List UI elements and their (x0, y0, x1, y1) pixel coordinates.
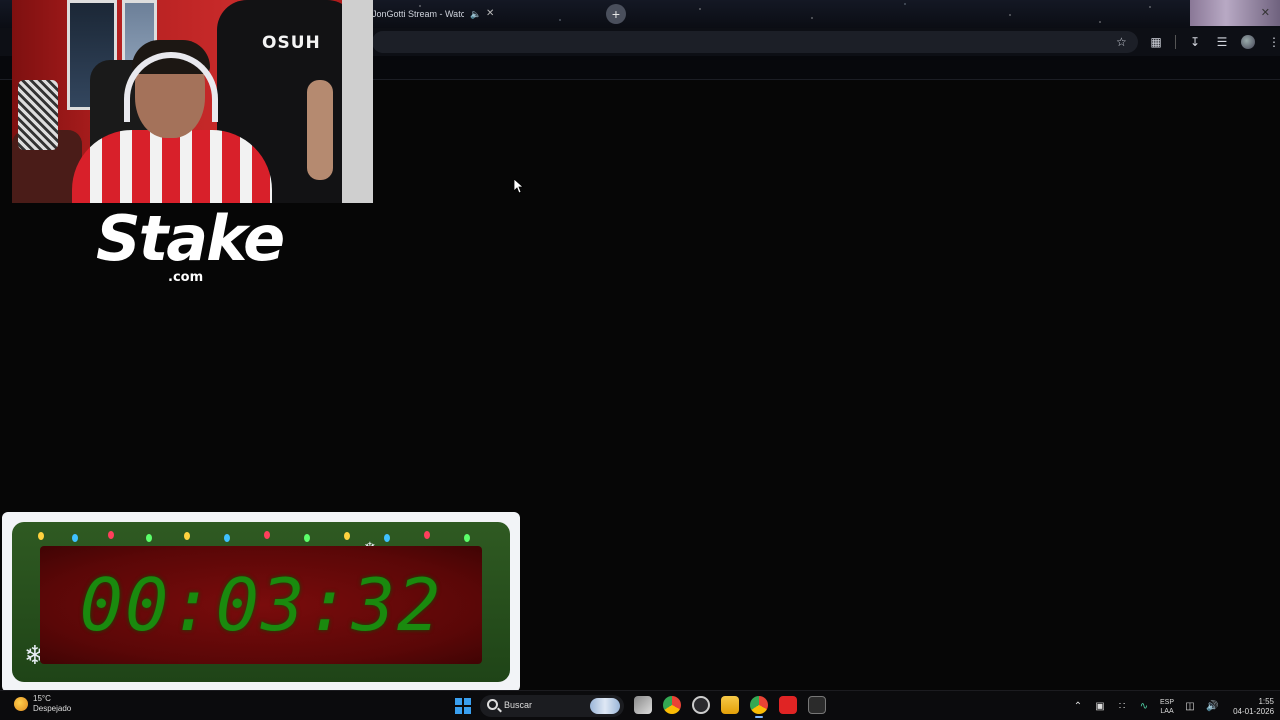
menu-kebab-icon[interactable]: ⋮ (1266, 34, 1280, 50)
steam-icon[interactable] (692, 696, 710, 714)
light-bulb-icon (424, 531, 430, 539)
search-placeholder: Buscar (504, 700, 533, 710)
webcam-bag (18, 80, 58, 150)
stake-logo: Stake .com (96, 202, 285, 294)
browser-tab-active[interactable]: JonGotti Stream - Watch L 🔈 ✕ (372, 4, 512, 24)
webcam-overlay: OSUH (12, 0, 373, 203)
light-bulb-icon (344, 532, 350, 540)
file-explorer-icon[interactable] (721, 696, 739, 714)
epic-games-icon[interactable] (808, 696, 826, 714)
light-bulb-icon (108, 531, 114, 539)
wifi-icon[interactable]: ◫ (1184, 701, 1196, 713)
input-language[interactable]: ESP LAA (1160, 698, 1174, 716)
toolbar-divider (1175, 35, 1176, 49)
tray-app-icon[interactable]: ▣ (1094, 701, 1106, 713)
taskbar-search[interactable]: Buscar (480, 695, 624, 717)
mouse-cursor-icon (514, 179, 524, 193)
christmas-wreath-frame: ❄ ❄ ❄ ❄ 00:03:32 (12, 522, 510, 682)
light-bulb-icon (224, 534, 230, 542)
light-bulb-icon (184, 532, 190, 540)
light-bulb-icon (264, 531, 270, 539)
light-bulb-icon (146, 534, 152, 542)
tray-network-activity-icon[interactable]: ∿ (1138, 701, 1150, 713)
light-bulb-icon (72, 534, 78, 542)
light-bulb-icon (464, 534, 470, 542)
stake-logo-word: Stake (96, 202, 285, 275)
tray-grid-icon[interactable]: ∷ (1116, 701, 1128, 713)
speaker-icon[interactable]: 🔈 (470, 9, 481, 19)
layout-code: LAA (1160, 708, 1174, 715)
window-close-icon[interactable]: ✕ (1261, 6, 1270, 19)
webcam-streamer-shirt (72, 130, 272, 203)
plus-icon: + (611, 6, 621, 22)
light-bulb-icon (304, 534, 310, 542)
countdown-widget: ❄ ❄ ❄ ❄ 00:03:32 (2, 512, 520, 692)
stake-logo-suffix: .com (168, 270, 204, 285)
clock-time: 1:55 (1258, 697, 1275, 706)
weather-temperature: 15°C (33, 694, 51, 703)
volume-icon[interactable]: 🔊 (1206, 701, 1218, 713)
webcam-shirt-text: OSUH (262, 33, 321, 53)
weather-description: Despejado (33, 704, 72, 713)
task-view-icon[interactable] (634, 696, 652, 714)
chrome-icon[interactable] (663, 696, 681, 714)
light-bulb-icon (384, 534, 390, 542)
light-bulb-icon (38, 532, 44, 540)
webcam-arm (307, 80, 333, 180)
system-clock[interactable]: 1:55 04-01-2026 (1228, 697, 1274, 717)
media-control-icon[interactable]: ☰ (1214, 34, 1230, 50)
youtube-icon[interactable] (779, 696, 797, 714)
search-highlight-icon (590, 698, 620, 714)
webcam-wall (342, 0, 373, 203)
language-code: ESP (1160, 699, 1175, 706)
tab-title: JonGotti Stream - Watch L (372, 9, 464, 19)
profile-avatar-icon[interactable] (1241, 35, 1255, 49)
windows-taskbar: 15°C Despejado Buscar ⌃ ▣ ∷ ∿ ESP LAA ◫ … (0, 690, 1280, 720)
countdown-time: 00:03:32 (79, 563, 443, 647)
chevron-up-icon[interactable]: ⌃ (1072, 701, 1084, 713)
new-tab-button[interactable]: + (606, 4, 626, 24)
search-icon (487, 699, 498, 710)
download-icon[interactable]: ↧ (1187, 34, 1203, 50)
address-bar[interactable] (372, 31, 1138, 53)
christmas-lights (28, 528, 494, 544)
window-thumbnail: ✕ (1190, 0, 1280, 26)
clock-date: 04-01-2026 (1233, 707, 1275, 716)
countdown-panel: 00:03:32 (40, 546, 482, 664)
chrome-active-icon[interactable] (750, 696, 768, 718)
weather-widget[interactable]: 15°C Despejado (14, 694, 71, 714)
weather-moon-icon (14, 697, 28, 711)
bookmark-star-icon[interactable]: ☆ (1116, 35, 1127, 49)
close-icon[interactable]: ✕ (486, 9, 496, 19)
extensions-icon[interactable]: ▦ (1148, 34, 1164, 50)
windows-start-icon[interactable] (455, 698, 471, 714)
